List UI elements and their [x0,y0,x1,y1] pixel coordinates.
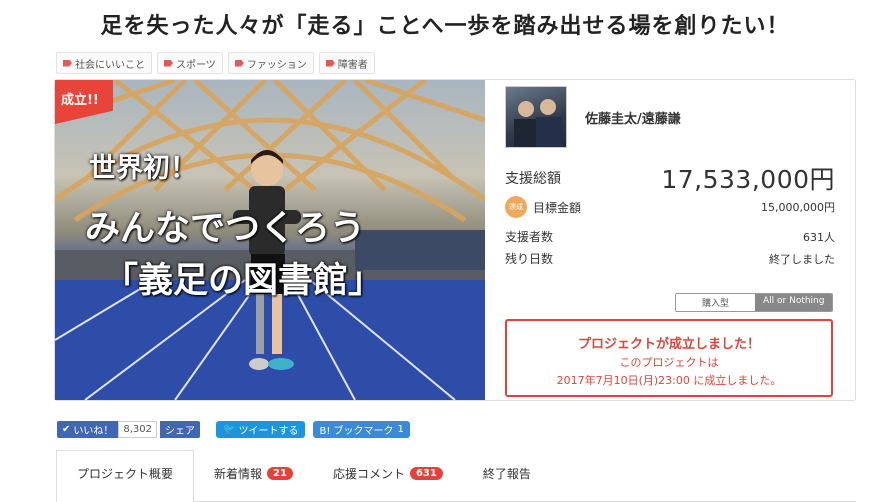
hatena-bookmark-count: 1 [397,424,404,435]
total-amount: 17,533,000円 [661,165,835,194]
share-buttons: ✔ いいね！ 8,302 シェア 🐦 ツイートする B! ブックマーク 1 [57,421,410,438]
days-left-row: 残り日数 終了しました [505,250,835,267]
days-left-value: 終了しました [769,252,835,266]
news-count-badge: 21 [267,466,293,480]
facebook-like-button[interactable]: ✔ いいね！ [57,421,119,438]
hero-image: 成立!! 世界初！ みんなでつくろう 「義足の図書館」 [55,80,485,400]
funding-type-purchase[interactable]: 購入型 [676,294,755,311]
backers-label: 支援者数 [505,230,554,244]
owner-avatar[interactable] [505,86,567,148]
goal-amount: 15,000,000円 [761,201,835,214]
tweet-button[interactable]: 🐦 ツイートする [216,421,306,438]
tab-news[interactable]: 新着情報 21 [194,450,313,496]
project-title: 足を失った人々が「走る」ことへ一歩を踏み出せる場を創りたい！ [100,14,790,39]
facebook-share-button[interactable]: シェア [160,421,201,438]
days-left-label: 残り日数 [505,252,554,266]
tag-icon [325,59,335,67]
tab-project-overview[interactable]: プロジェクト概要 [56,450,195,502]
owner-avatar-image [514,99,562,147]
hero-headline-3: 「義足の図書館」 [103,261,384,301]
goal-label: 目標金額 [533,200,582,215]
tag-fashion[interactable]: ファッション [227,52,314,74]
tag-icon [164,59,173,67]
facebook-like-count: 8,302 [118,421,158,438]
success-line-1: このプロジェクトは [619,356,719,369]
tag-social-good[interactable]: 社会にいいこと [56,52,152,74]
facebook-like-widget: ✔ いいね！ 8,302 シェア [57,421,201,438]
twitter-bird-icon: 🐦 [223,424,236,435]
comments-count-badge: 631 [409,466,443,480]
tab-comments[interactable]: 応援コメント 631 [313,450,463,496]
backers-count: 631人 [803,230,835,244]
project-tabs: プロジェクト概要 新着情報 21 応援コメント 631 終了報告 [56,450,856,502]
tab-final-report[interactable]: 終了報告 [463,450,551,496]
tag-icon [234,59,244,67]
thumbs-up-icon: ✔ [62,424,71,435]
success-notice: プロジェクトが成立しました！ このプロジェクトは 2017年7月10日(月)23… [505,319,833,397]
tag-list: 社会にいいこと スポーツ ファッション 障害者 [56,52,375,74]
funding-type-all-or-nothing[interactable]: All or Nothing [755,294,833,311]
tag-icon [63,59,72,67]
hatena-bookmark-button[interactable]: B! ブックマーク 1 [313,421,410,438]
project-card: 成立!! 世界初！ みんなでつくろう 「義足の図書館」 佐藤圭太/遠藤謙 支援総… [54,79,856,401]
goal-row: 達成 目標金額 15,000,000円 [505,196,835,218]
success-title: プロジェクトが成立しました！ [577,337,760,352]
tag-sports[interactable]: スポーツ [157,52,223,74]
funding-type-toggle: 購入型 All or Nothing [675,293,834,312]
owner-info[interactable]: 佐藤圭太/遠藤謙 [505,86,681,148]
tag-disability[interactable]: 障害者 [318,52,375,74]
owner-name[interactable]: 佐藤圭太/遠藤謙 [585,108,681,127]
hero-headline-1: 世界初！ [89,153,197,184]
total-label: 支援総額 [505,171,561,187]
success-line-2: 2017年7月10日(月)23:00 に成立しました。 [556,374,782,387]
project-summary: 佐藤圭太/遠藤謙 支援総額 17,533,000円 達成 目標金額 15,000… [485,80,855,400]
hero-headline-2: みんなでつくろう [85,209,366,249]
total-amount-row: 支援総額 17,533,000円 [505,160,835,196]
achieved-badge: 達成 [505,196,527,218]
backers-row: 支援者数 631人 [505,228,835,245]
